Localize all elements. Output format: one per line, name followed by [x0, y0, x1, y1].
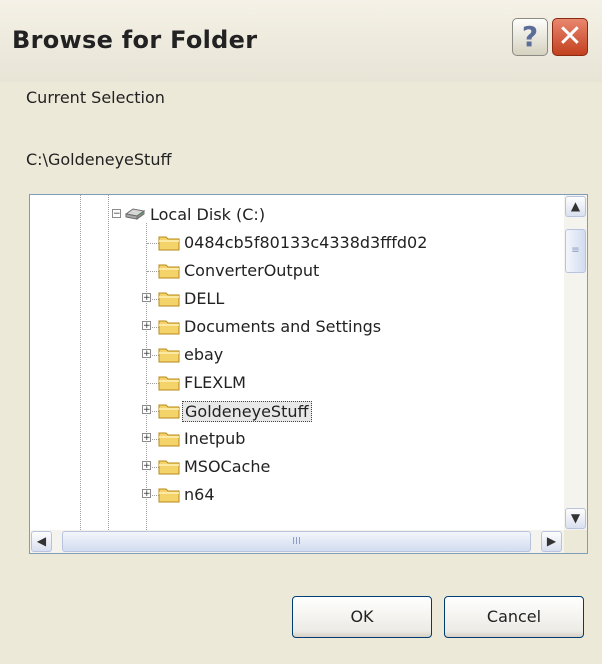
folder-icon: [158, 376, 180, 391]
folder-icon: [158, 292, 180, 307]
folder-icon: [158, 488, 180, 503]
folder-icon: [158, 460, 180, 475]
horizontal-scrollbar[interactable]: ◀ III ▶: [30, 530, 565, 553]
scroll-left-button[interactable]: ◀: [31, 531, 52, 552]
current-path-text: C:\GoldeneyeStuff: [26, 150, 172, 169]
tree-item-label: Documents and Settings: [184, 317, 382, 336]
horizontal-scroll-thumb[interactable]: III: [62, 531, 531, 552]
scroll-up-button[interactable]: ▲: [565, 196, 586, 217]
tree-item-label: GoldeneyeStuff: [182, 401, 312, 422]
title-bar[interactable]: Browse for Folder ? ✕: [0, 0, 602, 82]
expand-icon[interactable]: +: [142, 433, 151, 443]
expand-icon[interactable]: +: [142, 321, 151, 331]
collapse-icon[interactable]: −: [112, 209, 121, 219]
help-button[interactable]: ?: [512, 18, 548, 56]
tree-item-label: 0484cb5f80133c4338d3fffd02: [184, 233, 428, 252]
scrollbar-corner: [564, 530, 587, 553]
expand-icon[interactable]: +: [142, 461, 151, 471]
folder-tree-viewport: − Local Disk (C:) 0484cb5f80133c4338d3ff…: [30, 195, 565, 530]
grip-icon: III: [292, 536, 301, 547]
expand-icon[interactable]: +: [142, 293, 151, 303]
arrow-down-icon: ▼: [570, 511, 581, 525]
tree-item-folder[interactable]: + Documents and Settings: [30, 313, 565, 341]
expand-icon[interactable]: +: [142, 489, 151, 499]
current-selection-label: Current Selection: [26, 88, 165, 107]
arrow-up-icon: ▲: [570, 199, 581, 213]
scroll-right-button[interactable]: ▶: [541, 531, 562, 552]
folder-icon: [158, 264, 180, 279]
tree-item-folder[interactable]: + ebay: [30, 341, 565, 369]
tree-item-label: Local Disk (C:): [150, 205, 266, 224]
tree-item-label: ConverterOutput: [184, 261, 320, 280]
tree-item-folder[interactable]: 0484cb5f80133c4338d3fffd02: [30, 229, 565, 257]
scroll-down-button[interactable]: ▼: [565, 508, 586, 529]
tree-item-folder[interactable]: ConverterOutput: [30, 257, 565, 285]
tree-item-folder[interactable]: + DELL: [30, 285, 565, 313]
folder-icon: [158, 404, 180, 419]
expand-icon[interactable]: +: [142, 405, 151, 415]
close-button[interactable]: ✕: [552, 18, 588, 56]
tree-item-folder[interactable]: + MSOCache: [30, 453, 565, 481]
folder-icon: [158, 236, 180, 251]
tree-item-label: ebay: [184, 345, 224, 364]
folder-tree[interactable]: − Local Disk (C:) 0484cb5f80133c4338d3ff…: [29, 194, 588, 554]
tree-item-folder[interactable]: + n64: [30, 481, 565, 509]
vertical-scrollbar[interactable]: ▲ ≡ ▼: [564, 195, 587, 530]
tree-item-label: n64: [184, 485, 215, 504]
question-icon: ?: [521, 20, 539, 53]
browse-for-folder-dialog: Browse for Folder ? ✕ Current Selection …: [0, 0, 602, 664]
tree-item-label: FLEXLM: [184, 373, 246, 392]
window-title: Browse for Folder: [12, 26, 258, 54]
grip-icon: ≡: [571, 245, 580, 256]
tree-item-folder[interactable]: + GoldeneyeStuff: [30, 397, 565, 425]
arrow-right-icon: ▶: [546, 534, 557, 548]
cancel-button[interactable]: Cancel: [444, 596, 584, 638]
tree-item-folder[interactable]: FLEXLM: [30, 369, 565, 397]
close-icon: ✕: [557, 19, 583, 54]
expand-icon[interactable]: +: [142, 349, 151, 359]
folder-icon: [158, 348, 180, 363]
ok-button[interactable]: OK: [292, 596, 432, 638]
tree-item-local-disk[interactable]: − Local Disk (C:): [30, 201, 565, 229]
tree-item-label: Inetpub: [184, 429, 246, 448]
folder-icon: [158, 432, 180, 447]
drive-icon: [124, 208, 146, 220]
folder-icon: [158, 320, 180, 335]
tree-item-label: MSOCache: [184, 457, 271, 476]
arrow-left-icon: ◀: [36, 534, 47, 548]
tree-item-label: DELL: [184, 289, 225, 308]
vertical-scroll-thumb[interactable]: ≡: [565, 229, 586, 273]
tree-item-folder[interactable]: + Inetpub: [30, 425, 565, 453]
